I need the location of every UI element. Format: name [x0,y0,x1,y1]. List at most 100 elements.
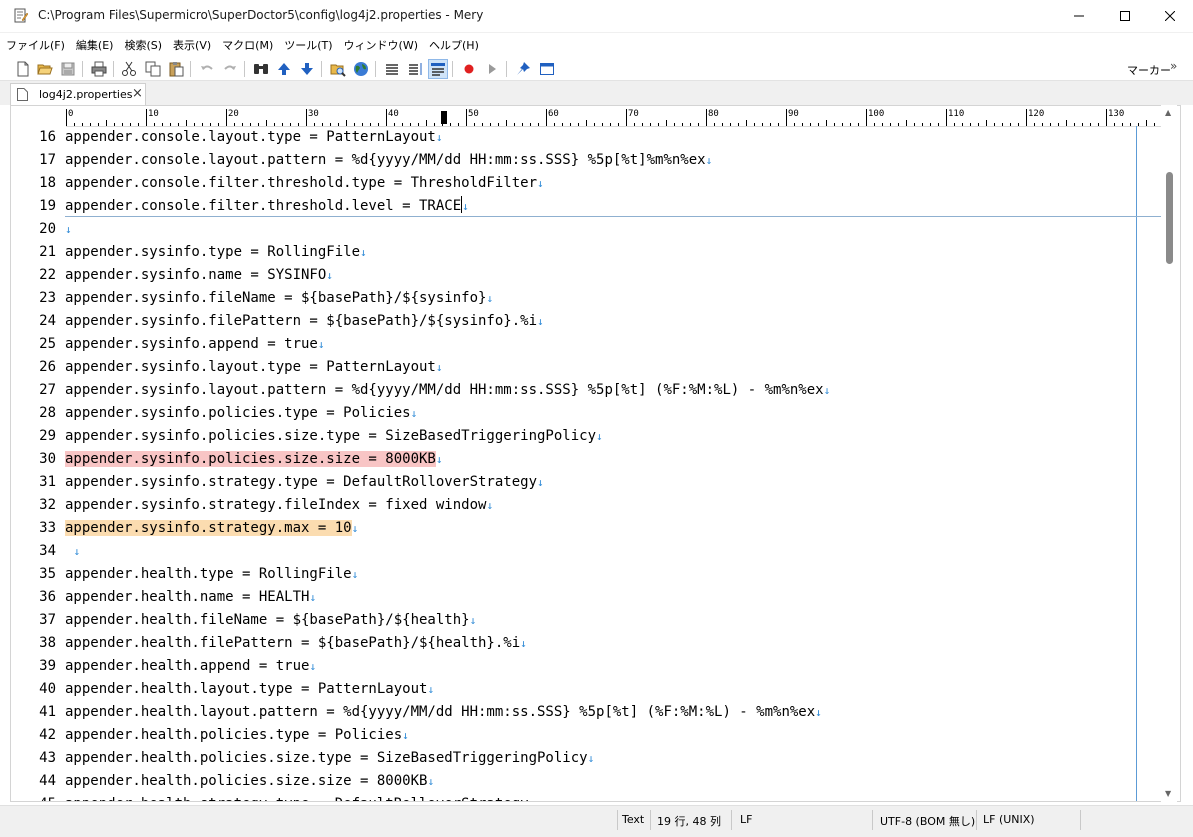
pin-button[interactable] [513,59,533,79]
editor-line[interactable]: 41 appender.health.layout.pattern = %d{yy… [11,701,1166,724]
new-file-button[interactable] [13,59,33,79]
editor-line[interactable]: 28 appender.sysinfo.policies.type = Polic… [11,402,1166,425]
open-file-button[interactable] [35,59,55,79]
editor-line[interactable]: 19 appender.console.filter.threshold.leve… [11,195,1166,218]
line-text[interactable]: appender.sysinfo.append = true↓ [65,333,325,356]
editor-line[interactable]: 31 appender.sysinfo.strategy.type = Defau… [11,471,1166,494]
wrap-window-button[interactable] [405,59,425,79]
line-text[interactable]: appender.sysinfo.type = RollingFile↓ [65,241,367,264]
copy-button[interactable] [143,59,163,79]
line-text[interactable]: appender.console.filter.threshold.level … [65,195,469,218]
find-in-files-button[interactable] [328,59,348,79]
line-text[interactable]: appender.health.layout.type = PatternLay… [65,678,434,701]
editor-line[interactable]: 37 appender.health.fileName = ${basePath}… [11,609,1166,632]
line-text[interactable]: appender.health.filePattern = ${basePath… [65,632,527,655]
scroll-down-icon[interactable]: ▼ [1165,789,1171,798]
editor-line[interactable]: 27 appender.sysinfo.layout.pattern = %d{y… [11,379,1166,402]
wrap-none-button[interactable] [382,59,402,79]
line-text[interactable]: appender.sysinfo.policies.size.size = 80… [65,448,443,471]
menu-macro[interactable]: マクロ(M) [216,36,278,56]
editor-line[interactable]: 45 appender.health.strategy.type = Defaul… [11,793,1166,801]
editor-line[interactable]: 23 appender.sysinfo.fileName = ${basePath… [11,287,1166,310]
menu-tools[interactable]: ツール(T) [278,36,337,56]
play-macro-button[interactable] [482,59,502,79]
line-text[interactable]: appender.sysinfo.strategy.max = 10↓ [65,517,358,540]
cut-button[interactable] [119,59,139,79]
editor-line[interactable]: 34 ↓ [11,540,1166,563]
editor-line[interactable]: 18 appender.console.filter.threshold.type… [11,172,1166,195]
line-text[interactable]: appender.health.fileName = ${basePath}/$… [65,609,476,632]
line-text[interactable]: appender.sysinfo.fileName = ${basePath}/… [65,287,493,310]
editor-line[interactable]: 39 appender.health.append = true↓ [11,655,1166,678]
scroll-up-icon[interactable]: ▲ [1165,108,1171,117]
menu-edit[interactable]: 編集(E) [70,36,119,56]
editor-line[interactable]: 33 appender.sysinfo.strategy.max = 10↓ [11,517,1166,540]
menu-view[interactable]: 表示(V) [167,36,216,56]
line-text[interactable]: appender.health.name = HEALTH↓ [65,586,316,609]
redo-button[interactable] [220,59,240,79]
line-text[interactable]: ↓ [65,218,72,241]
editor-line[interactable]: 32 appender.sysinfo.strategy.fileIndex = … [11,494,1166,517]
line-text[interactable]: appender.health.type = RollingFile↓ [65,563,358,586]
editor-line[interactable]: 35 appender.health.type = RollingFile↓ [11,563,1166,586]
editor-line[interactable]: 38 appender.health.filePattern = ${basePa… [11,632,1166,655]
editor-line[interactable]: 30 appender.sysinfo.policies.size.size = … [11,448,1166,471]
line-text[interactable]: appender.console.layout.type = PatternLa… [65,126,443,149]
window-button[interactable] [537,59,557,79]
editor-line[interactable]: 29 appender.sysinfo.policies.size.type = … [11,425,1166,448]
line-text[interactable]: appender.sysinfo.layout.pattern = %d{yyy… [65,379,830,402]
web-search-button[interactable] [351,59,371,79]
editor-line[interactable]: 20 ↓ [11,218,1166,241]
marker-dropdown-label[interactable]: マーカー [1127,62,1171,78]
line-text[interactable]: appender.health.policies.size.type = Siz… [65,747,594,770]
tab-log4j2-properties[interactable]: log4j2.properties × [10,83,146,105]
editor-line[interactable]: 22 appender.sysinfo.name = SYSINFO↓ [11,264,1166,287]
menu-search[interactable]: 検索(S) [118,36,167,56]
editor-line[interactable]: 24 appender.sysinfo.filePattern = ${baseP… [11,310,1166,333]
line-text[interactable]: appender.console.filter.threshold.type =… [65,172,544,195]
line-text[interactable]: appender.health.policies.size.size = 800… [65,770,434,793]
tab-close-icon[interactable]: × [132,86,143,101]
undo-button[interactable] [197,59,217,79]
line-text[interactable]: appender.sysinfo.policies.size.type = Si… [65,425,603,448]
editor-line[interactable]: 16 appender.console.layout.type = Pattern… [11,126,1166,149]
menu-help[interactable]: ヘルプ(H) [423,36,484,56]
scrollbar-thumb[interactable] [1166,172,1173,264]
line-text[interactable]: appender.sysinfo.name = SYSINFO↓ [65,264,333,287]
vertical-scrollbar[interactable]: ▲ ▼ [1161,105,1177,802]
text-editor[interactable]: 0 10 20 30 40 50 60 70 80 90 100 110 120 130 16 append… [10,105,1181,802]
status-encoding[interactable]: UTF-8 (BOM 無し) [880,813,975,829]
find-previous-button[interactable] [274,59,294,79]
editor-line[interactable]: 26 appender.sysinfo.layout.type = Pattern… [11,356,1166,379]
line-text[interactable]: appender.sysinfo.filePattern = ${basePat… [65,310,544,333]
editor-line[interactable]: 40 appender.health.layout.type = PatternL… [11,678,1166,701]
line-text[interactable]: appender.sysinfo.layout.type = PatternLa… [65,356,443,379]
maximize-button[interactable] [1102,0,1148,32]
editor-line[interactable]: 21 appender.sysinfo.type = RollingFile↓ [11,241,1166,264]
editor-line[interactable]: 36 appender.health.name = HEALTH↓ [11,586,1166,609]
minimize-button[interactable] [1056,0,1102,32]
line-text[interactable]: appender.sysinfo.policies.type = Policie… [65,402,417,425]
close-window-button[interactable] [1147,0,1193,32]
editor-line[interactable]: 17 appender.console.layout.pattern = %d{y… [11,149,1166,172]
line-text[interactable]: appender.console.layout.pattern = %d{yyy… [65,149,712,172]
print-button[interactable] [89,59,109,79]
paste-button[interactable] [166,59,186,79]
menu-file[interactable]: ファイル(F) [0,36,70,56]
line-text[interactable]: appender.health.append = true↓ [65,655,316,678]
find-button[interactable] [251,59,271,79]
save-button[interactable] [58,59,78,79]
line-text[interactable]: ↓ [65,540,80,563]
status-mode[interactable]: Text [622,813,644,826]
line-text[interactable]: appender.health.layout.pattern = %d{yyyy… [65,701,822,724]
editor-line[interactable]: 43 appender.health.policies.size.type = S… [11,747,1166,770]
record-macro-button[interactable] [459,59,479,79]
editor-line[interactable]: 44 appender.health.policies.size.size = 8… [11,770,1166,793]
menu-window[interactable]: ウィンドウ(W) [338,36,423,56]
line-text[interactable]: appender.health.strategy.type = DefaultR… [65,793,535,801]
status-newline-mode[interactable]: LF [740,813,752,826]
status-line-ending[interactable]: LF (UNIX) [983,813,1035,826]
line-text[interactable]: appender.sysinfo.strategy.fileIndex = fi… [65,494,493,517]
editor-line[interactable]: 42 appender.health.policies.type = Polici… [11,724,1166,747]
editor-line[interactable]: 25 appender.sysinfo.append = true↓ [11,333,1166,356]
